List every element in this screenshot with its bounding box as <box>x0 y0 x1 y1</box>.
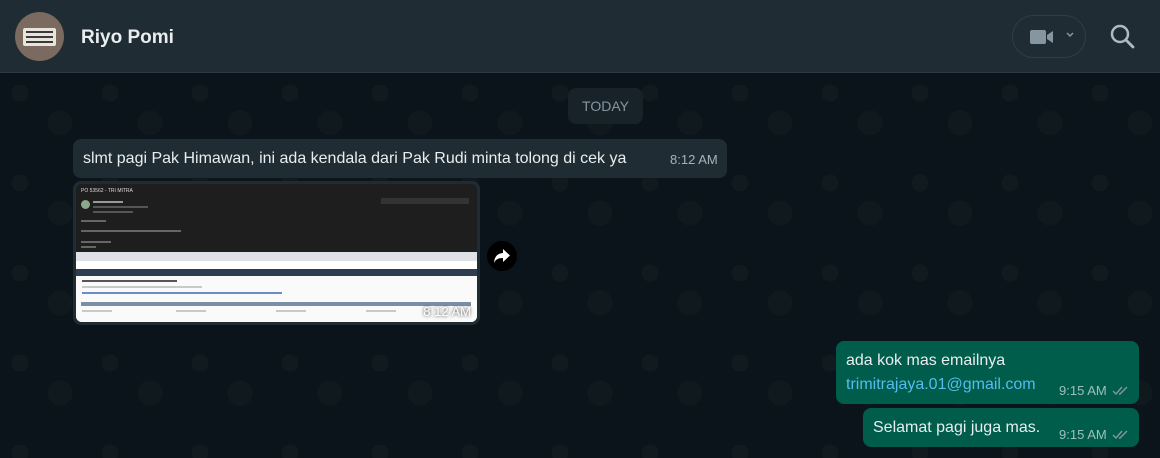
message-time: 8:12 AM <box>423 304 471 319</box>
message-time: 9:15 AM <box>1059 427 1107 442</box>
video-call-icon <box>1030 30 1053 44</box>
message-text: slmt pagi Pak Himawan, ini ada kendala d… <box>83 150 627 167</box>
forward-icon <box>494 249 510 263</box>
image-thumbnail[interactable]: PO 53562 - TRI MITRA <box>76 184 477 322</box>
image-message[interactable]: PO 53562 - TRI MITRA 8:12 AM <box>73 181 480 325</box>
message-text: Selamat pagi juga mas. <box>873 419 1041 436</box>
forward-button[interactable] <box>487 241 517 271</box>
chat-area: TODAY slmt pagi Pak Himawan, ini ada ken… <box>0 73 1160 458</box>
search-icon[interactable] <box>1110 24 1136 50</box>
avatar[interactable] <box>15 12 64 61</box>
video-call-button[interactable] <box>1012 15 1086 58</box>
contact-name[interactable]: Riyo Pomi <box>81 27 174 49</box>
chat-header: Riyo Pomi <box>0 0 1160 73</box>
message-bubble-incoming[interactable]: slmt pagi Pak Himawan, ini ada kendala d… <box>73 139 727 178</box>
message-bubble-outgoing[interactable]: Selamat pagi juga mas. 9:15 AM <box>863 408 1139 447</box>
message-time: 8:12 AM <box>670 152 718 167</box>
day-divider: TODAY <box>568 88 643 124</box>
chevron-down-icon <box>1066 32 1074 38</box>
read-receipt-icon <box>1112 386 1128 396</box>
message-bubble-outgoing[interactable]: ada kok mas emailnya trimitrajaya.01@gma… <box>836 341 1139 404</box>
message-text: ada kok mas emailnya <box>846 352 1006 369</box>
email-link[interactable]: trimitrajaya.01@gmail.com <box>846 376 1036 394</box>
message-time: 9:15 AM <box>1059 383 1107 398</box>
read-receipt-icon <box>1112 430 1128 440</box>
